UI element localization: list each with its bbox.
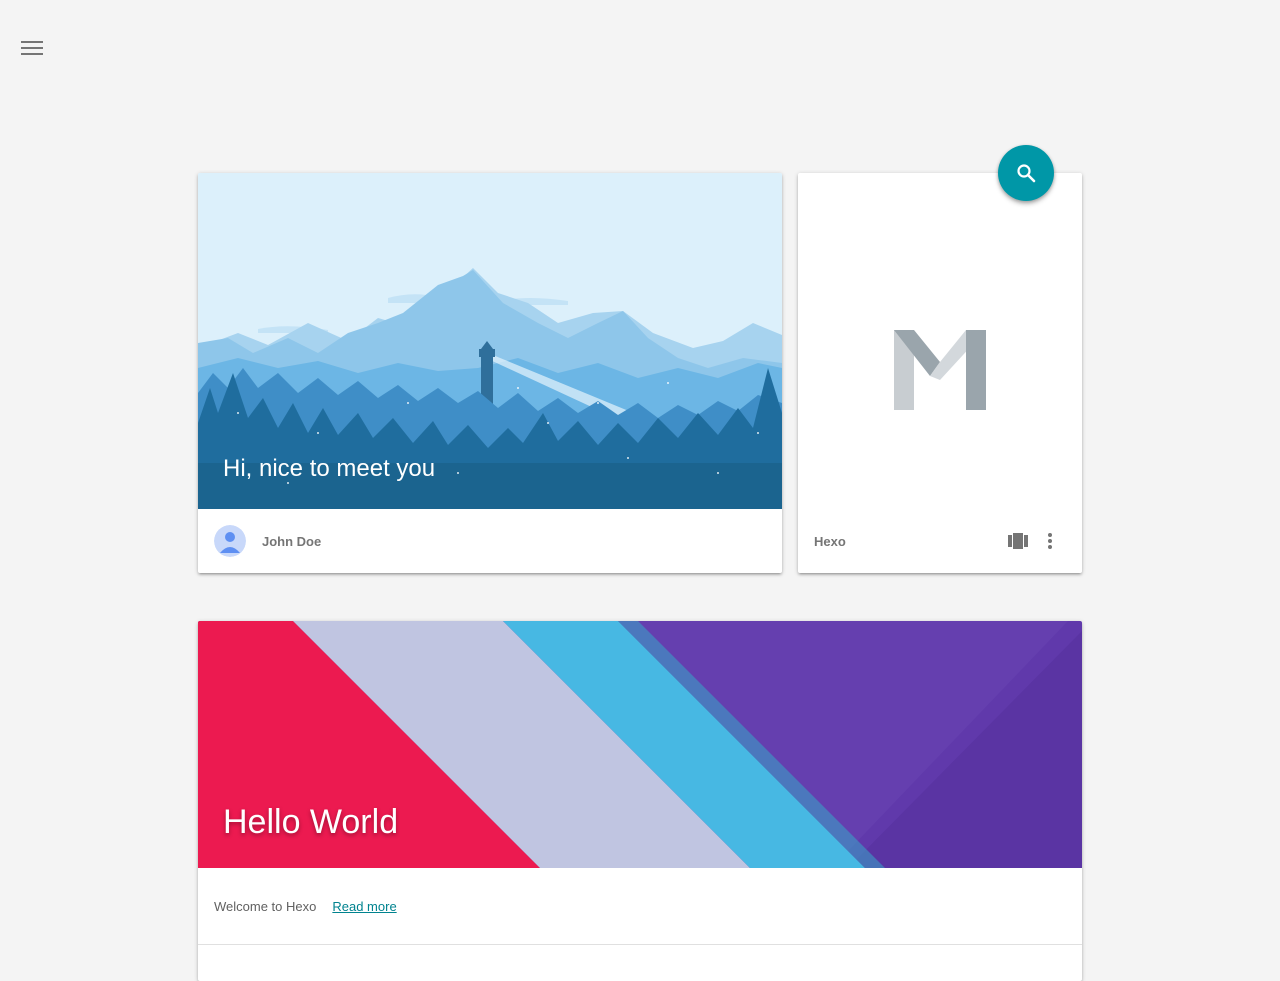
user-avatar-icon[interactable] xyxy=(214,525,246,557)
blog-card-footer: Hexo xyxy=(798,509,1082,573)
welcome-card-footer: John Doe xyxy=(198,509,782,573)
read-more-link[interactable]: Read more xyxy=(332,899,396,914)
post-excerpt: Welcome to Hexo xyxy=(214,898,317,914)
post-title[interactable]: Hello World xyxy=(223,803,398,842)
blog-info-card: Hexo xyxy=(798,173,1082,573)
search-button[interactable] xyxy=(998,145,1054,201)
view-carousel-button[interactable] xyxy=(1002,525,1034,557)
welcome-banner-image: Hi, nice to meet you xyxy=(198,173,782,509)
post-card: Hello World Welcome to Hexo Read more xyxy=(198,621,1082,981)
post-card-footer: Welcome to Hexo Read more xyxy=(198,868,1082,945)
more-options-button[interactable] xyxy=(1034,525,1066,557)
search-icon xyxy=(1016,163,1036,183)
welcome-title: Hi, nice to meet you xyxy=(223,455,436,482)
material-m-logo-icon xyxy=(892,328,988,412)
welcome-card: Hi, nice to meet you John Doe xyxy=(198,173,782,573)
menu-button[interactable] xyxy=(16,36,48,60)
view-carousel-icon xyxy=(1008,533,1028,549)
author-name: John Doe xyxy=(262,533,322,549)
blog-name: Hexo xyxy=(814,533,846,549)
more-vert-icon xyxy=(1048,533,1052,549)
hamburger-menu-icon xyxy=(21,41,43,55)
post-thumbnail[interactable]: Hello World xyxy=(198,621,1082,868)
